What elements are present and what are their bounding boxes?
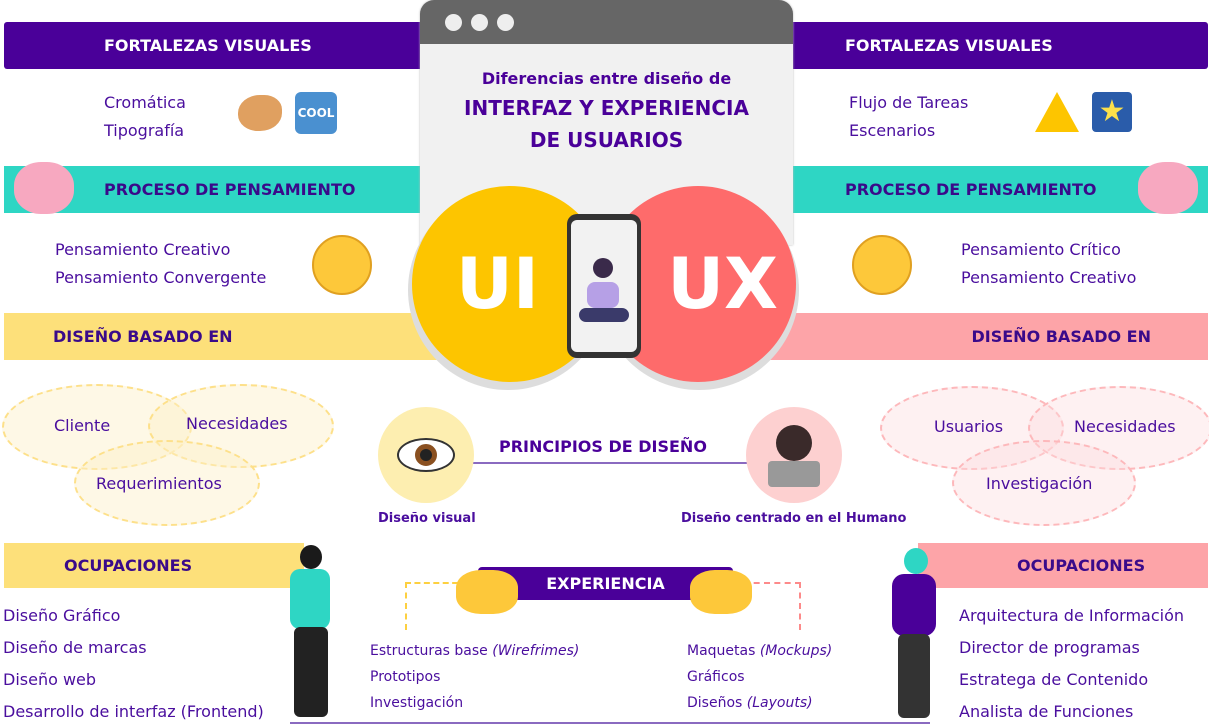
brain-icon <box>14 162 74 214</box>
header-text: DISEÑO BASADO EN <box>53 327 233 346</box>
item-em: (Layouts) <box>746 695 813 711</box>
item-text: Maquetas <box>687 643 760 659</box>
left-fortalezas-header: FORTALEZAS VISUALES <box>4 22 434 69</box>
venn-circle: Requerimientos <box>74 440 260 526</box>
principios-left-label: Diseño visual <box>378 511 476 526</box>
window-dot-icon <box>471 13 488 31</box>
list-item: Pensamiento Creativo <box>961 268 1137 287</box>
nerd-face-icon <box>312 235 372 295</box>
woman-illustration <box>288 545 348 725</box>
window-dot-icon <box>497 13 514 31</box>
list-item: Flujo de Tareas <box>849 93 969 112</box>
item-text: Prototipos <box>370 669 441 685</box>
man-illustration <box>870 548 940 724</box>
ux-label: UX <box>667 243 778 325</box>
list-item: Diseño Gráfico <box>3 606 121 625</box>
list-item: Desarrollo de interfaz (Frontend) <box>3 702 264 721</box>
list-item: Estructuras base (Wirefrimes) <box>370 643 579 659</box>
header-text: FORTALEZAS VISUALES <box>845 36 1053 55</box>
venn-label: Investigación <box>986 474 1093 493</box>
title-subtitle: Diferencias entre diseño de <box>481 69 732 88</box>
palette-icon <box>238 95 282 131</box>
right-basado-header: DISEÑO BASADO EN <box>770 313 1208 360</box>
principios-title: PRINCIPIOS DE DISEÑO <box>499 437 707 456</box>
list-item: Director de programas <box>959 638 1140 657</box>
title-line-1: INTERFAZ Y EXPERIENCIA <box>464 96 749 120</box>
item-text: Diseños <box>687 695 747 711</box>
venn-label: Usuarios <box>934 417 1004 436</box>
list-item: Gráficos <box>687 669 745 685</box>
header-text: FORTALEZAS VISUALES <box>104 36 312 55</box>
venn-label: Cliente <box>54 416 111 435</box>
header-text: OCUPACIONES <box>1017 556 1146 575</box>
header-text: OCUPACIONES <box>64 556 193 575</box>
window-titlebar <box>420 0 793 44</box>
list-item: Estratega de Contenido <box>959 670 1149 689</box>
list-item: Investigación <box>370 695 463 711</box>
item-text: Estructuras base <box>370 643 493 659</box>
star-icon: ★ <box>1092 92 1132 132</box>
right-ocupaciones-header: OCUPACIONES <box>918 543 1208 588</box>
list-item: Escenarios <box>849 121 936 140</box>
list-item: Diseño web <box>3 670 97 689</box>
principios-right-label: Diseño centrado en el Humano <box>681 511 907 526</box>
person-laptop-icon <box>746 407 842 503</box>
header-text: PROCESO DE PENSAMIENTO <box>845 180 1097 199</box>
list-item: Maquetas (Mockups) <box>687 643 832 659</box>
list-item: Diseños (Layouts) <box>687 695 813 711</box>
venn-label: Requerimientos <box>96 474 222 493</box>
ui-label: UI <box>456 243 539 325</box>
window-dot-icon <box>445 13 462 31</box>
title-line-2: DE USUARIOS <box>529 128 684 152</box>
left-basado-header: DISEÑO BASADO EN <box>4 313 444 360</box>
venn-label: Necesidades <box>186 414 288 433</box>
fist-left-icon <box>456 570 518 614</box>
venn-label: Necesidades <box>1074 417 1176 436</box>
principios-line <box>426 462 796 464</box>
venn-circle: Investigación <box>952 440 1136 526</box>
list-item: Prototipos <box>370 669 440 685</box>
warning-icon <box>1035 92 1079 132</box>
phone-illustration <box>567 214 641 358</box>
item-text: Investigación <box>370 695 464 711</box>
header-text: EXPERIENCIA <box>546 574 665 593</box>
thinking-face-icon <box>852 235 912 295</box>
cool-icon: COOL <box>295 92 337 134</box>
list-item: Diseño de marcas <box>3 638 147 657</box>
list-item: Arquitectura de Información <box>959 606 1185 625</box>
right-fortalezas-header: FORTALEZAS VISUALES <box>780 22 1208 69</box>
header-text: DISEÑO BASADO EN <box>971 327 1151 346</box>
eye-icon <box>378 407 474 503</box>
bottom-divider <box>290 722 930 724</box>
list-item: Pensamiento Creativo <box>55 240 231 259</box>
fist-right-icon <box>690 570 752 614</box>
list-item: Pensamiento Crítico <box>961 240 1121 259</box>
item-em: (Wirefrimes) <box>492 643 580 659</box>
brain-icon <box>1138 162 1198 214</box>
header-text: PROCESO DE PENSAMIENTO <box>104 180 356 199</box>
item-em: (Mockups) <box>759 643 833 659</box>
list-item: Pensamiento Convergente <box>55 268 267 287</box>
list-item: Cromática <box>104 93 186 112</box>
item-text: Gráficos <box>687 669 745 685</box>
list-item: Analista de Funciones <box>959 702 1134 721</box>
list-item: Tipografía <box>104 121 185 140</box>
left-ocupaciones-header: OCUPACIONES <box>4 543 304 588</box>
